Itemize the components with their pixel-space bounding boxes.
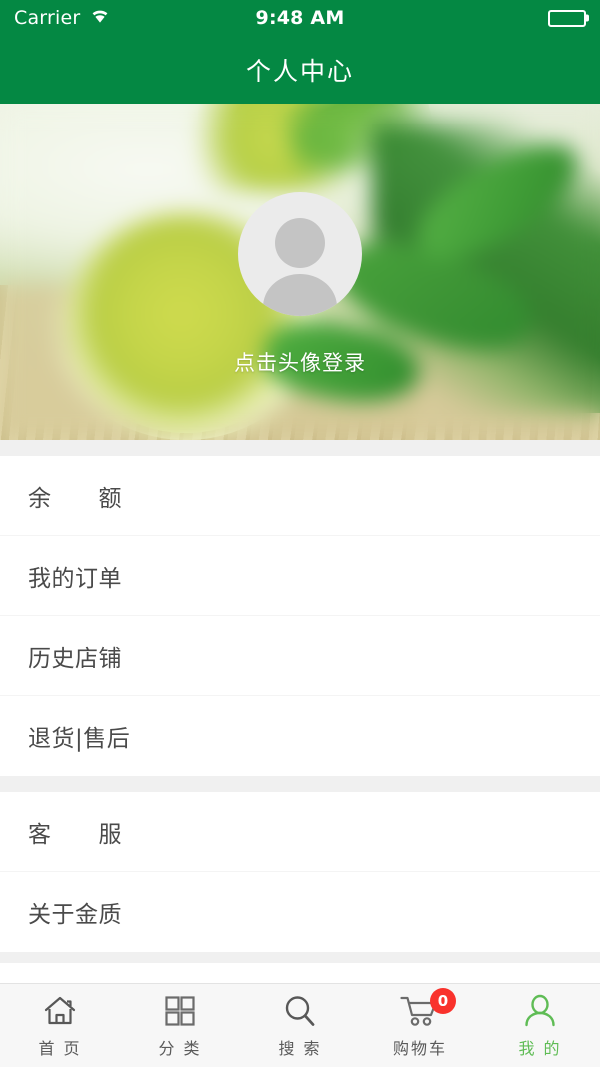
menu-item-balance[interactable]: 余 额 bbox=[0, 456, 600, 536]
menu-item-label: 余 额 bbox=[28, 485, 122, 512]
tab-label: 购物车 bbox=[392, 1039, 447, 1058]
person-placeholder-icon bbox=[263, 218, 337, 316]
navigation-bar: 个人中心 bbox=[0, 36, 600, 104]
menu-item-my-orders[interactable]: 我的订单 bbox=[0, 536, 600, 616]
carrier-label: Carrier bbox=[14, 6, 81, 29]
status-bar-right bbox=[548, 9, 586, 27]
menu-group-account: 余 额 我的订单 历史店铺 退货|售后 bbox=[0, 456, 600, 776]
tab-cart[interactable]: 0 购物车 bbox=[360, 984, 480, 1067]
person-icon bbox=[523, 992, 557, 1030]
list-spacer-bottom bbox=[0, 952, 600, 963]
profile-banner-content: 点击头像登录 bbox=[0, 104, 600, 440]
tab-label: 首 页 bbox=[38, 1039, 82, 1058]
menu-item-label: 历史店铺 bbox=[28, 645, 122, 672]
search-icon bbox=[283, 992, 317, 1030]
menu-group-support: 客 服 关于金质 bbox=[0, 792, 600, 952]
menu-item-about[interactable]: 关于金质 bbox=[0, 872, 600, 952]
menu-item-label: 退货|售后 bbox=[28, 726, 131, 752]
tab-home[interactable]: 首 页 bbox=[0, 984, 120, 1067]
list-spacer-middle bbox=[0, 776, 600, 792]
app-screen: Carrier 9:48 AM 个人中心 点击头像登录 余 额 我的订单 历史店… bbox=[0, 0, 600, 1067]
menu-item-history-shops[interactable]: 历史店铺 bbox=[0, 616, 600, 696]
menu-item-label: 关于金质 bbox=[28, 902, 122, 928]
grid-icon bbox=[164, 992, 196, 1030]
home-icon bbox=[43, 992, 77, 1030]
login-prompt[interactable]: 点击头像登录 bbox=[234, 347, 366, 377]
list-spacer-top bbox=[0, 440, 600, 456]
menu-item-returns-aftersales[interactable]: 退货|售后 bbox=[0, 696, 600, 776]
avatar[interactable] bbox=[238, 192, 362, 316]
status-bar-left: Carrier bbox=[14, 8, 111, 28]
menu-scroll-area[interactable]: 余 额 我的订单 历史店铺 退货|售后 客 服 关于金质 bbox=[0, 440, 600, 983]
tab-categories[interactable]: 分 类 bbox=[120, 984, 240, 1067]
tab-label: 分 类 bbox=[158, 1039, 202, 1058]
wifi-icon bbox=[89, 8, 111, 28]
profile-banner[interactable]: 点击头像登录 bbox=[0, 104, 600, 440]
page-title: 个人中心 bbox=[245, 57, 354, 86]
tab-search[interactable]: 搜 索 bbox=[240, 984, 360, 1067]
tab-mine[interactable]: 我 的 bbox=[480, 984, 600, 1067]
list-tail-filler bbox=[0, 963, 600, 983]
tab-bar: 首 页 分 类 搜 索 0 购物车 我 的 bbox=[0, 983, 600, 1067]
menu-item-label: 客 服 bbox=[28, 821, 122, 848]
battery-icon bbox=[548, 9, 586, 27]
cart-icon: 0 bbox=[400, 988, 456, 1030]
status-bar: Carrier 9:48 AM bbox=[0, 0, 600, 36]
tab-label: 我 的 bbox=[518, 1039, 562, 1058]
menu-item-label: 我的订单 bbox=[28, 565, 122, 592]
menu-item-customer-service[interactable]: 客 服 bbox=[0, 792, 600, 872]
cart-badge: 0 bbox=[430, 988, 456, 1014]
tab-label: 搜 索 bbox=[278, 1039, 322, 1058]
